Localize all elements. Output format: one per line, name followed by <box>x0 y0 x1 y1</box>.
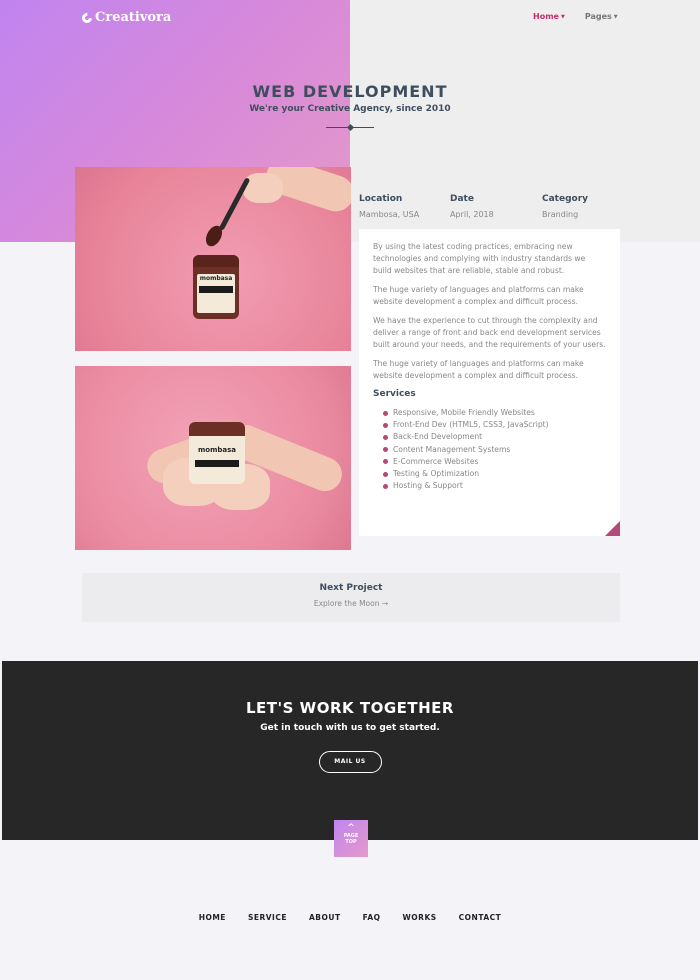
bullet-icon <box>383 410 388 416</box>
list-item: Content Management Systems <box>383 444 606 456</box>
next-project-bar[interactable]: Next Project Explore the Moon → <box>82 573 620 622</box>
page-top-button[interactable]: ^ PAGE TOP <box>334 820 368 857</box>
chevron-up-icon: ^ <box>347 823 355 833</box>
bullet-icon <box>383 471 388 477</box>
footer-link-service[interactable]: SERVICE <box>248 913 287 922</box>
project-photo-jar-hands: mombasa <box>75 366 351 550</box>
bullet-icon <box>383 459 388 465</box>
next-project-title: Next Project <box>319 583 383 593</box>
chevron-down-icon: ▼ <box>613 13 618 20</box>
list-item: Front-End Dev (HTML5, CSS3, JavaScript) <box>383 419 606 431</box>
footer-link-works[interactable]: WORKS <box>403 913 437 922</box>
chevron-down-icon: ▼ <box>560 13 565 20</box>
cta-title: LET'S WORK TOGETHER <box>246 699 454 717</box>
footer-link-about[interactable]: ABOUT <box>309 913 341 922</box>
bullet-icon <box>383 483 388 489</box>
project-photo-jar-spoon: mombasa <box>75 167 351 351</box>
list-item: Hosting & Support <box>383 480 606 492</box>
nav-item-pages[interactable]: Pages ▼ <box>585 12 618 21</box>
bullet-icon <box>383 422 388 428</box>
jar-brand-label: mombasa <box>199 275 233 283</box>
brand-logo[interactable]: Creativora <box>79 10 172 25</box>
services-list: Responsive, Mobile Friendly Websites Fro… <box>373 407 606 492</box>
description-paragraph: We have the experience to cut through th… <box>373 316 606 349</box>
mail-us-button[interactable]: MAIL US <box>318 751 382 773</box>
brand-name: Creativora <box>95 10 172 25</box>
next-project-link[interactable]: Explore the Moon → <box>82 599 620 608</box>
page-subtitle: We're your Creative Agency, since 2010 <box>249 104 451 114</box>
jar-brand-label: mombasa <box>197 445 237 454</box>
spoon-handle <box>218 177 251 231</box>
list-item: Back-End Development <box>383 431 606 443</box>
description-paragraph: The huge variety of languages and platfo… <box>373 285 584 306</box>
hand <box>243 173 283 203</box>
project-description-card: By using the latest coding practices, em… <box>359 229 620 536</box>
bullet-icon <box>383 447 388 453</box>
footer-link-contact[interactable]: CONTACT <box>459 913 502 922</box>
description-paragraph: By using the latest coding practices, em… <box>373 242 586 275</box>
services-heading: Services <box>373 389 416 399</box>
list-item: Testing & Optimization <box>383 468 606 480</box>
list-item: E-Commerce Websites <box>383 456 606 468</box>
meta-date: Date April, 2018 <box>450 194 494 219</box>
logo-icon <box>79 10 95 25</box>
page-title: WEB DEVELOPMENT <box>252 82 448 101</box>
meta-category: Category Branding <box>542 194 589 219</box>
description-paragraph: The huge variety of languages and platfo… <box>373 359 584 380</box>
footer-link-faq[interactable]: FAQ <box>363 913 381 922</box>
product-jar: mombasa <box>193 255 239 319</box>
bullet-icon <box>383 435 388 440</box>
main-nav: Home ▼ Pages ▼ <box>533 12 618 21</box>
card-corner-accent <box>605 521 620 536</box>
cta-subtitle: Get in touch with us to get started. <box>260 723 440 733</box>
meta-location: Location Mambosa, USA <box>359 194 420 219</box>
footer-nav: HOME SERVICE ABOUT FAQ WORKS CONTACT <box>0 913 700 922</box>
cta-section: LET'S WORK TOGETHER Get in touch with us… <box>2 661 698 840</box>
list-item: Responsive, Mobile Friendly Websites <box>383 407 606 419</box>
nav-item-home[interactable]: Home ▼ <box>533 12 565 21</box>
footer-link-home[interactable]: HOME <box>199 913 226 922</box>
product-jar: mombasa <box>189 422 245 484</box>
